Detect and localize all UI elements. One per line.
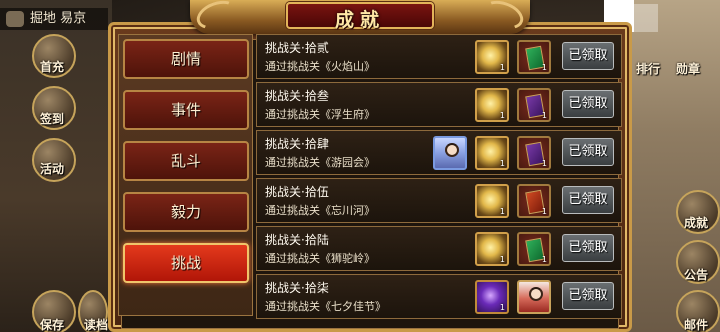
mail-label: 邮件 [684, 318, 709, 332]
purple-book-icon: 1 [517, 88, 551, 122]
load-label: 读档 [84, 318, 109, 332]
achievement-desc: 通过挑战关《浮生府》 [265, 108, 375, 121]
achievement-title: 挑战关·拾陆 [265, 233, 329, 247]
tab-story[interactable]: 剧情 [123, 39, 249, 79]
green-book-icon: 1 [517, 40, 551, 74]
achievement-title: 挑战关·拾肆 [265, 137, 329, 151]
purple-gem-icon: 1 [475, 280, 509, 314]
tab-challenge[interactable]: 挑战 [123, 243, 249, 283]
gold-ingot-icon: 1 [475, 40, 509, 74]
ranking-label: 排行 [636, 62, 661, 76]
claimed-button[interactable]: 已领取 [562, 186, 614, 214]
achievement-title: 挑战关·拾叁 [265, 89, 329, 103]
category-tabs: 剧情 事件 乱斗 毅力 挑战 [118, 34, 253, 316]
scroll-ornament-left-icon [192, 0, 242, 35]
medal-label: 勋章 [676, 62, 701, 76]
notice-label: 公告 [684, 268, 709, 282]
achievement-title: 挑战关·拾伍 [265, 185, 329, 199]
hero-portrait-icon [517, 280, 551, 314]
gold-ingot-icon: 1 [475, 232, 509, 266]
red-book-icon: 1 [517, 184, 551, 218]
gold-ingot-icon: 1 [475, 184, 509, 218]
achievement-title: 挑战关·拾柒 [265, 281, 329, 295]
claimed-button[interactable]: 已领取 [562, 234, 614, 262]
achievement-row: 挑战关·拾叁 通过挑战关《浮生府》 1 1 已领取 [256, 82, 622, 127]
tab-brawl[interactable]: 乱斗 [123, 141, 249, 181]
location-label: 掘地 易京 [0, 8, 108, 30]
tab-perseverance[interactable]: 毅力 [123, 192, 249, 232]
achievement-row: 挑战关·拾陆 通过挑战关《狮驼岭》 1 1 已领取 [256, 226, 622, 271]
achievement-desc: 通过挑战关《狮驼岭》 [265, 252, 375, 265]
title-plate: 成就 [286, 2, 434, 31]
claimed-button[interactable]: 已领取 [562, 138, 614, 166]
checkin-label: 签到 [40, 112, 65, 126]
save-label: 保存 [40, 318, 65, 332]
claimed-button[interactable]: 已领取 [562, 282, 614, 310]
achievement-desc: 通过挑战关《游园会》 [265, 156, 375, 169]
scroll-ornament-right-icon [478, 0, 528, 35]
page-title: 成就 [334, 9, 385, 31]
achievement-title: 挑战关·拾贰 [265, 41, 329, 55]
achievement-row: 挑战关·拾伍 通过挑战关《忘川河》 1 1 已领取 [256, 178, 622, 223]
achievement-desc: 通过挑战关《忘川河》 [265, 204, 375, 217]
achievement-row: 挑战关·拾肆 通过挑战关《游园会》 1 1 已领取 [256, 130, 622, 175]
overlay-faded-box [634, 4, 658, 32]
claimed-button[interactable]: 已领取 [562, 42, 614, 70]
achievement-desc: 通过挑战关《火焰山》 [265, 60, 375, 73]
first-recharge-label: 首充 [40, 60, 65, 74]
achievement-desc: 通过挑战关《七夕佳节》 [265, 300, 386, 313]
purple-book-icon: 1 [517, 136, 551, 170]
claimed-button[interactable]: 已领取 [562, 90, 614, 118]
achievement-row: 挑战关·拾贰 通过挑战关《火焰山》 1 1 已领取 [256, 34, 622, 79]
achievement-row: 挑战关·拾柒 通过挑战关《七夕佳节》 1 已领取 [256, 274, 622, 319]
hero-portrait-icon [433, 136, 467, 170]
gold-ingot-icon: 1 [475, 136, 509, 170]
event-label: 活动 [40, 162, 65, 176]
achievement-label: 成就 [684, 216, 709, 230]
gold-ingot-icon: 1 [475, 88, 509, 122]
map-icon [6, 11, 24, 27]
green-book-icon: 1 [517, 232, 551, 266]
tab-event[interactable]: 事件 [123, 90, 249, 130]
